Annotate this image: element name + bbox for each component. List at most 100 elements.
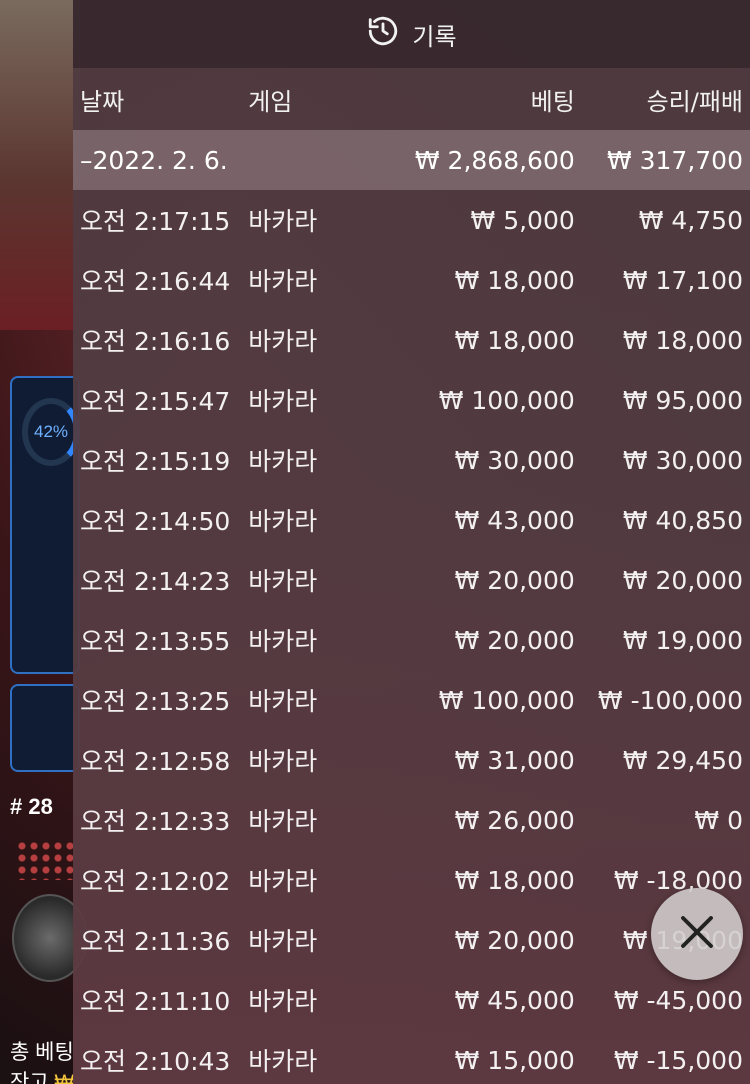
row-bet: ₩ 15,000 [454, 1045, 575, 1075]
table-row[interactable]: 오전 2:17:15 바카라 ₩ 5,000 ₩ 4,750 [73, 190, 750, 250]
row-time: 오전 2:16:16 [80, 327, 231, 356]
row-time: 오전 2:16:44 [80, 267, 231, 296]
row-result: ₩ 0 [694, 805, 743, 835]
row-time: 오전 2:15:19 [80, 447, 231, 476]
row-time: 오전 2:12:33 [80, 807, 231, 836]
row-result: ₩ 17,100 [622, 265, 743, 295]
row-time: 오전 2:11:10 [80, 987, 231, 1016]
row-result: ₩ 18,000 [622, 325, 743, 355]
row-game: 바카라 [248, 327, 318, 356]
row-result: ₩ 19,000 [622, 625, 743, 655]
table-row[interactable]: 오전 2:12:33 바카라 ₩ 26,000 ₩ 0 [73, 790, 750, 850]
row-time: 오전 2:11:36 [80, 927, 231, 956]
table-row[interactable]: 오전 2:12:58 바카라 ₩ 31,000 ₩ 29,450 [73, 730, 750, 790]
row-bet: ₩ 18,000 [454, 325, 575, 355]
row-result: ₩ -45,000 [613, 985, 743, 1015]
row-time: 오전 2:14:50 [80, 507, 231, 536]
row-bet: ₩ 30,000 [454, 445, 575, 475]
row-bet: ₩ 5,000 [470, 205, 575, 235]
date-group-row[interactable]: –2022. 2. 6. ₩ 2,868,600 ₩ 317,700 [73, 130, 750, 190]
row-result: ₩ 40,850 [622, 505, 743, 535]
total-bet-label: 총 베팅 [10, 1041, 74, 1064]
column-bet: 베팅 [530, 87, 575, 116]
history-list: 오전 2:17:15 바카라 ₩ 5,000 ₩ 4,750 오전 2:16:4… [73, 190, 750, 1084]
row-time: 오전 2:12:58 [80, 747, 231, 776]
row-bet: ₩ 20,000 [454, 925, 575, 955]
row-bet: ₩ 20,000 [454, 565, 575, 595]
row-game: 바카라 [248, 567, 318, 596]
history-title: 기록 [412, 22, 457, 51]
history-panel: 기록 날짜 게임 베팅 승리/패배 –2022. 2. 6. ₩ 2,868,6… [73, 0, 750, 1084]
row-time: 오전 2:17:15 [80, 207, 231, 236]
row-game: 바카라 [248, 867, 318, 896]
row-game: 바카라 [248, 387, 318, 416]
close-icon [676, 911, 718, 957]
table-row[interactable]: 오전 2:13:25 바카라 ₩ 100,000 ₩ -100,000 [73, 670, 750, 730]
row-game: 바카라 [248, 927, 318, 956]
row-time: 오전 2:15:47 [80, 387, 231, 416]
balance-label: 잔고 ₩ [10, 1066, 74, 1084]
row-result: ₩ 29,450 [622, 745, 743, 775]
row-result: ₩ 4,750 [638, 205, 743, 235]
row-game: 바카라 [248, 207, 318, 236]
row-game: 바카라 [248, 447, 318, 476]
row-result: ₩ -18,000 [613, 865, 743, 895]
column-result: 승리/패배 [646, 87, 743, 116]
dealer-video [0, 0, 80, 330]
win-rate-text: 42% [34, 422, 69, 441]
row-bet: ₩ 100,000 [438, 385, 575, 415]
row-time: 오전 2:12:02 [80, 867, 231, 896]
row-result: ₩ 95,000 [622, 385, 743, 415]
round-number: # 28 [10, 794, 53, 819]
row-bet: ₩ 26,000 [454, 805, 575, 835]
row-bet: ₩ 31,000 [454, 745, 575, 775]
row-game: 바카라 [248, 987, 318, 1016]
row-game: 바카라 [248, 807, 318, 836]
row-bet: ₩ 45,000 [454, 985, 575, 1015]
date-group-label: –2022. 2. 6. [80, 145, 228, 175]
row-time: 오전 2:10:43 [80, 1047, 231, 1076]
date-group-total-bet: ₩ 2,868,600 [414, 145, 575, 175]
table-row[interactable]: 오전 2:10:43 바카라 ₩ 15,000 ₩ -15,000 [73, 1030, 750, 1084]
row-time: 오전 2:13:55 [80, 627, 231, 656]
row-bet: ₩ 20,000 [454, 625, 575, 655]
row-result: ₩ 30,000 [622, 445, 743, 475]
table-row[interactable]: 오전 2:13:55 바카라 ₩ 20,000 ₩ 19,000 [73, 610, 750, 670]
row-game: 바카라 [248, 687, 318, 716]
balance-currency: ₩ [54, 1071, 75, 1084]
table-header: 날짜 게임 베팅 승리/패배 [73, 68, 750, 130]
close-button[interactable] [651, 888, 743, 980]
row-game: 바카라 [248, 267, 318, 296]
row-bet: ₩ 18,000 [454, 265, 575, 295]
app-root: 42% # 28 총 베팅 잔고 ₩ 기록 날짜 게임 베팅 승리/패배 –20… [0, 0, 750, 1084]
row-time: 오전 2:14:23 [80, 567, 231, 596]
row-result: ₩ -15,000 [613, 1045, 743, 1075]
column-date: 날짜 [80, 87, 125, 116]
road-map [16, 840, 76, 880]
column-game: 게임 [248, 87, 293, 116]
bet-card[interactable] [10, 684, 80, 772]
table-row[interactable]: 오전 2:16:44 바카라 ₩ 18,000 ₩ 17,100 [73, 250, 750, 310]
table-row[interactable]: 오전 2:14:50 바카라 ₩ 43,000 ₩ 40,850 [73, 490, 750, 550]
row-game: 바카라 [248, 747, 318, 776]
balance-label-text: 잔고 [10, 1071, 49, 1084]
row-game: 바카라 [248, 627, 318, 656]
row-game: 바카라 [248, 1047, 318, 1076]
date-group-total-result: ₩ 317,700 [606, 145, 743, 175]
table-row[interactable]: 오전 2:14:23 바카라 ₩ 20,000 ₩ 20,000 [73, 550, 750, 610]
table-row[interactable]: 오전 2:11:36 바카라 ₩ 20,000 ₩ 19,000 [73, 910, 750, 970]
row-result: ₩ 20,000 [622, 565, 743, 595]
table-row[interactable]: 오전 2:11:10 바카라 ₩ 45,000 ₩ -45,000 [73, 970, 750, 1030]
row-bet: ₩ 100,000 [438, 685, 575, 715]
table-row[interactable]: 오전 2:15:47 바카라 ₩ 100,000 ₩ 95,000 [73, 370, 750, 430]
table-row[interactable]: 오전 2:15:19 바카라 ₩ 30,000 ₩ 30,000 [73, 430, 750, 490]
row-time: 오전 2:13:25 [80, 687, 231, 716]
history-header: 기록 [73, 0, 750, 68]
row-bet: ₩ 43,000 [454, 505, 575, 535]
row-result: ₩ -100,000 [597, 685, 743, 715]
table-row[interactable]: 오전 2:16:16 바카라 ₩ 18,000 ₩ 18,000 [73, 310, 750, 370]
row-bet: ₩ 18,000 [454, 865, 575, 895]
row-game: 바카라 [248, 507, 318, 536]
history-icon [366, 14, 400, 54]
table-row[interactable]: 오전 2:12:02 바카라 ₩ 18,000 ₩ -18,000 [73, 850, 750, 910]
